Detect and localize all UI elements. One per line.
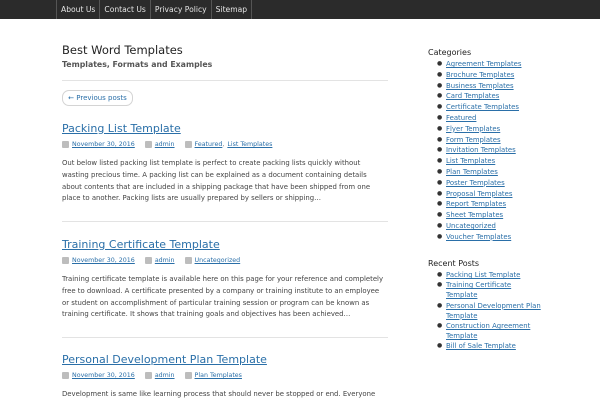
post-category[interactable]: Featured: [195, 141, 223, 148]
previous-posts-button[interactable]: ← Previous posts: [62, 90, 133, 106]
site-description: Templates, Formats and Examples: [62, 60, 213, 69]
nav-privacy-policy[interactable]: Privacy Policy: [151, 0, 212, 19]
recent-posts-list: ● Packing List Template ● Training Certifi…: [437, 270, 587, 352]
recent-post-item[interactable]: ● Construction Agreement: [437, 321, 587, 331]
post-category[interactable]: List Templates: [227, 141, 272, 148]
post: Packing List Template November 30, 2016 …: [62, 122, 388, 205]
post-title[interactable]: Personal Development Plan Template: [62, 353, 388, 367]
post-meta: November 30, 2016 admin Featured, List T…: [62, 140, 388, 149]
nav-contact-us[interactable]: Contact Us: [100, 0, 151, 19]
post-category[interactable]: Uncategorized: [195, 257, 241, 264]
category-item[interactable]: ● Agreement Templates: [437, 59, 587, 70]
post-author[interactable]: admin: [155, 372, 175, 379]
recent-post-item[interactable]: ● Training Certificate: [437, 280, 587, 290]
category-item[interactable]: ● Poster Templates: [437, 178, 587, 189]
post-category[interactable]: Plan Templates: [195, 372, 242, 379]
post-excerpt: Development is same like learning proces…: [62, 390, 376, 398]
post-title[interactable]: Training Certificate Template: [62, 238, 388, 252]
user-icon: [144, 372, 152, 379]
category-item[interactable]: ● Proposal Templates: [437, 189, 587, 200]
folder-icon: [184, 257, 192, 264]
recent-posts-heading: Recent Posts: [428, 259, 480, 268]
nav-about-us[interactable]: About Us: [56, 0, 101, 19]
category-item[interactable]: ● Business Templates: [437, 81, 587, 92]
recent-post-item[interactable]: ● Packing List Template: [437, 270, 587, 280]
recent-post-item[interactable]: ● Personal Development Plan: [437, 301, 587, 311]
post-date[interactable]: November 30, 2016: [72, 257, 135, 264]
categories-heading: Categories: [428, 48, 472, 57]
post-meta: November 30, 2016 admin Uncategorized: [62, 256, 388, 265]
site-title[interactable]: Best Word Templates: [62, 43, 183, 57]
post: Training Certificate Template November 3…: [62, 238, 388, 321]
category-item[interactable]: ● Flyer Templates: [437, 124, 587, 135]
post-author[interactable]: admin: [155, 141, 175, 148]
user-icon: [144, 257, 152, 264]
category-item[interactable]: ● Plan Templates: [437, 167, 587, 178]
nav-sitemap[interactable]: Sitemap: [212, 0, 253, 19]
post-date[interactable]: November 30, 2016: [72, 141, 135, 148]
user-icon: [144, 141, 152, 148]
category-item[interactable]: ● Invitation Templates: [437, 145, 587, 156]
recent-post-item-cont[interactable]: Template: [437, 290, 587, 300]
category-item[interactable]: ● Sheet Templates: [437, 210, 587, 221]
recent-post-item[interactable]: ● Bill of Sale Template: [437, 341, 587, 351]
post-date[interactable]: November 30, 2016: [72, 372, 135, 379]
folder-icon: [184, 141, 192, 148]
divider: [62, 221, 388, 222]
post-title[interactable]: Packing List Template: [62, 122, 388, 136]
calendar-icon: [62, 141, 69, 148]
category-item[interactable]: ● Featured: [437, 113, 587, 124]
folder-icon: [184, 372, 192, 379]
category-item[interactable]: ● Card Templates: [437, 91, 587, 102]
category-item[interactable]: ● Form Templates: [437, 135, 587, 146]
divider: [62, 80, 388, 81]
post-author[interactable]: admin: [155, 257, 175, 264]
category-item[interactable]: ● Certificate Templates: [437, 102, 587, 113]
category-item[interactable]: ● Report Templates: [437, 199, 587, 210]
top-nav: About Us Contact Us Privacy Policy Sitem…: [0, 0, 600, 19]
recent-post-item-cont[interactable]: Template: [437, 331, 587, 341]
category-item[interactable]: ● Uncategorized: [437, 221, 587, 232]
recent-post-item-cont[interactable]: Template: [437, 311, 587, 321]
calendar-icon: [62, 372, 69, 379]
post-excerpt: Out below listed packing list template i…: [62, 159, 371, 203]
calendar-icon: [62, 257, 69, 264]
category-item[interactable]: ● Brochure Templates: [437, 70, 587, 81]
post-meta: November 30, 2016 admin Plan Templates: [62, 371, 388, 380]
post: Personal Development Plan Template Novem…: [62, 353, 388, 400]
categories-list: ● Agreement Templates ● Brochure Templates…: [437, 59, 587, 243]
divider: [62, 337, 388, 338]
category-item[interactable]: ● List Templates: [437, 156, 587, 167]
category-item[interactable]: ● Voucher Templates: [437, 232, 587, 243]
post-excerpt: Training certificate template is availab…: [62, 275, 384, 319]
